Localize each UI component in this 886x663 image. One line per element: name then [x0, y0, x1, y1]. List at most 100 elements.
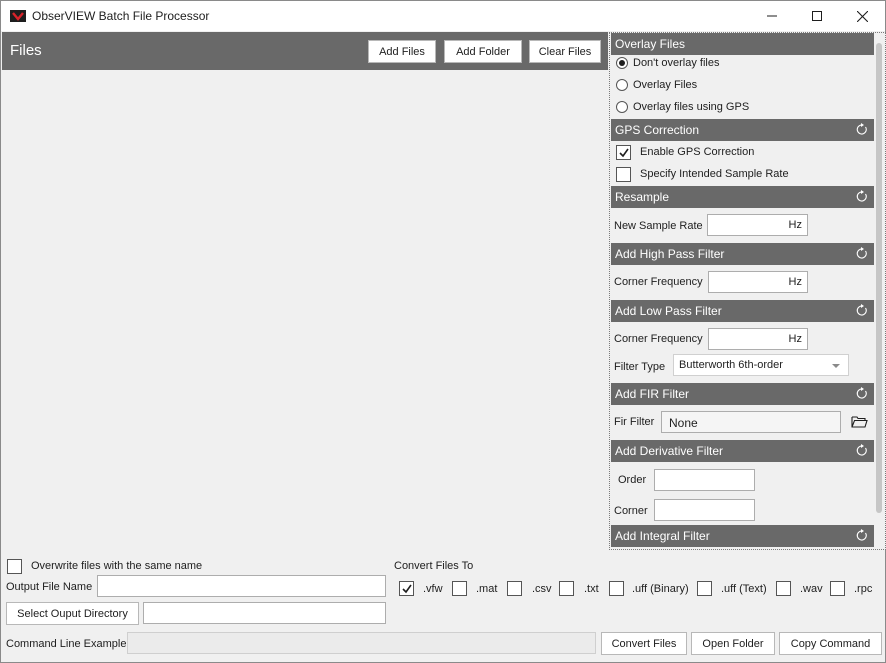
resample-title: Resample — [615, 190, 670, 204]
format-rpc-label: .rpc — [854, 583, 873, 595]
clear-files-button[interactable]: Clear Files — [529, 40, 601, 63]
radio-overlay-files[interactable] — [616, 79, 628, 91]
files-list[interactable] — [2, 70, 608, 550]
integral-filter-title: Add Integral Filter — [615, 529, 710, 543]
overlay-files-title: Overlay Files — [615, 37, 686, 51]
format-mat-label: .mat — [476, 583, 498, 595]
files-title: Files — [10, 42, 42, 59]
format-wav-label: .wav — [800, 583, 823, 595]
derivative-order-label: Order — [618, 474, 647, 486]
intended-rate-checkbox[interactable] — [616, 167, 631, 182]
copy-command-button[interactable]: Copy Command — [779, 632, 882, 655]
derivative-corner-input[interactable] — [654, 499, 755, 521]
format-wav-checkbox[interactable] — [776, 581, 791, 596]
radio-dont-overlay[interactable] — [616, 57, 628, 69]
overlay-files-header: Overlay Files — [611, 33, 874, 55]
select-directory-button[interactable]: Select Ouput Directory — [6, 602, 139, 625]
settings-scrollbar[interactable] — [876, 43, 882, 513]
check-icon — [402, 584, 412, 594]
low-pass-header: Add Low Pass Filter — [611, 300, 874, 322]
maximize-icon — [812, 11, 822, 21]
reset-fir-icon[interactable] — [855, 387, 868, 400]
close-icon — [856, 10, 868, 22]
sample-rate-input[interactable]: Hz — [707, 214, 808, 236]
title-bar: ObserVIEW Batch File Processor — [1, 1, 885, 31]
folder-open-icon[interactable] — [851, 415, 868, 428]
low-pass-title: Add Low Pass Filter — [615, 304, 722, 318]
high-pass-header: Add High Pass Filter — [611, 243, 874, 265]
filter-type-value: Butterworth 6th-order — [679, 359, 783, 371]
settings-panel[interactable]: Overlay Files Don't overlay files Overla… — [609, 32, 886, 550]
check-icon — [619, 148, 629, 158]
derivative-order-input[interactable] — [654, 469, 755, 491]
overwrite-label: Overwrite files with the same name — [31, 560, 203, 572]
sample-rate-label: New Sample Rate — [614, 220, 703, 232]
enable-gps-label: Enable GPS Correction — [640, 146, 755, 158]
format-txt-checkbox[interactable] — [559, 581, 574, 596]
reset-resample-icon[interactable] — [855, 190, 868, 203]
radio-dont-overlay-label: Don't overlay files — [633, 57, 720, 69]
output-name-label: Output File Name — [6, 581, 93, 593]
resample-header: Resample — [611, 186, 874, 208]
filter-type-label: Filter Type — [614, 361, 666, 373]
format-rpc-checkbox[interactable] — [830, 581, 845, 596]
add-folder-button[interactable]: Add Folder — [444, 40, 522, 63]
minimize-icon — [767, 15, 777, 17]
enable-gps-checkbox[interactable] — [616, 145, 631, 160]
chevron-down-icon — [832, 364, 840, 368]
integral-filter-header: Add Integral Filter — [611, 525, 874, 547]
format-csv-label: .csv — [532, 583, 552, 595]
sample-rate-unit: Hz — [788, 219, 802, 231]
radio-overlay-gps[interactable] — [616, 101, 628, 113]
minimize-button[interactable] — [749, 1, 795, 31]
format-txt-label: .txt — [584, 583, 599, 595]
gps-correction-header: GPS Correction — [611, 119, 874, 141]
format-uff-text-label: .uff (Text) — [721, 583, 767, 595]
maximize-button[interactable] — [794, 1, 840, 31]
output-name-input[interactable] — [97, 575, 386, 597]
add-files-button[interactable]: Add Files — [368, 40, 436, 63]
close-button[interactable] — [839, 1, 885, 31]
intended-rate-label: Specify Intended Sample Rate — [640, 168, 789, 180]
overwrite-checkbox[interactable] — [7, 559, 22, 574]
fir-filter-title: Add FIR Filter — [615, 387, 690, 401]
convert-files-to-label: Convert Files To — [394, 560, 474, 572]
high-pass-corner-label: Corner Frequency — [614, 276, 703, 288]
format-csv-checkbox[interactable] — [507, 581, 522, 596]
format-vfw-checkbox[interactable] — [399, 581, 414, 596]
command-line-field — [127, 632, 596, 654]
window-title: ObserVIEW Batch File Processor — [32, 9, 210, 23]
radio-overlay-gps-label: Overlay files using GPS — [633, 101, 750, 113]
reset-gps-icon[interactable] — [855, 123, 868, 136]
derivative-filter-header: Add Derivative Filter — [611, 440, 874, 462]
app-window: ObserVIEW Batch File Processor Files Add… — [0, 0, 886, 663]
format-uff-text-checkbox[interactable] — [697, 581, 712, 596]
high-pass-corner-input[interactable]: Hz — [708, 271, 808, 293]
fir-filter-header: Add FIR Filter — [611, 383, 874, 405]
open-folder-button[interactable]: Open Folder — [691, 632, 775, 655]
derivative-corner-label: Corner — [614, 505, 648, 517]
low-pass-corner-input[interactable]: Hz — [708, 328, 808, 350]
derivative-filter-title: Add Derivative Filter — [615, 444, 724, 458]
format-vfw-label: .vfw — [423, 583, 443, 595]
high-pass-unit: Hz — [788, 276, 802, 288]
reset-high-pass-icon[interactable] — [855, 247, 868, 260]
radio-overlay-files-label: Overlay Files — [633, 79, 698, 91]
reset-derivative-icon[interactable] — [855, 444, 868, 457]
format-uff-binary-label: .uff (Binary) — [632, 583, 689, 595]
reset-integral-icon[interactable] — [855, 529, 868, 542]
format-mat-checkbox[interactable] — [452, 581, 467, 596]
command-line-label: Command Line Example — [6, 638, 127, 650]
convert-files-button[interactable]: Convert Files — [601, 632, 687, 655]
obserview-logo-icon — [10, 10, 26, 22]
format-uff-binary-checkbox[interactable] — [609, 581, 624, 596]
output-directory-input[interactable] — [143, 602, 386, 624]
low-pass-unit: Hz — [788, 333, 802, 345]
fir-filter-value: None — [669, 416, 698, 430]
files-header: Files Add Files Add Folder Clear Files — [2, 32, 608, 70]
gps-correction-title: GPS Correction — [615, 123, 700, 137]
high-pass-title: Add High Pass Filter — [615, 247, 725, 261]
fir-filter-label: Fir Filter — [614, 416, 655, 428]
filter-type-select[interactable]: Butterworth 6th-order — [673, 354, 849, 376]
reset-low-pass-icon[interactable] — [855, 304, 868, 317]
